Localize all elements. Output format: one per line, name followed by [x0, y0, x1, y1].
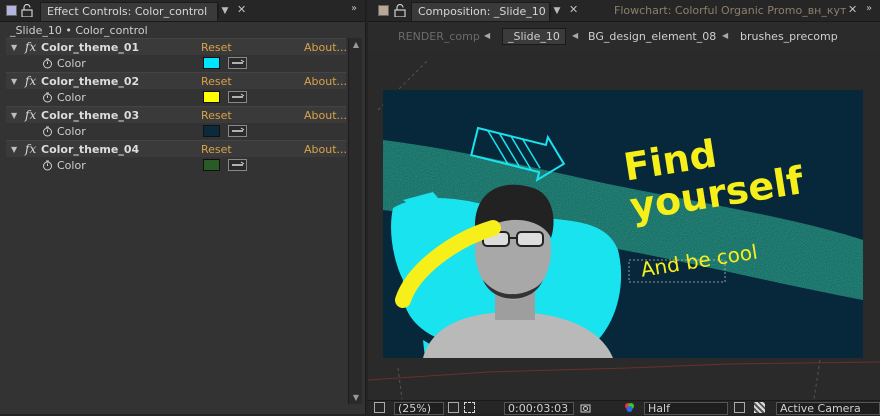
stopwatch-icon[interactable] [42, 160, 53, 171]
stopwatch-icon[interactable] [42, 126, 53, 137]
flow-tab-brushes-precomp[interactable]: brushes_precomp [740, 30, 838, 43]
flow-arrow-icon: ◀ [572, 31, 579, 40]
property-label: Color [57, 57, 86, 70]
breadcrumb: _Slide_10 • Color_control [10, 24, 148, 37]
effect-row[interactable]: ▼ fx Color_theme_03 Reset About... [6, 106, 347, 123]
flow-tab-bg-design-element[interactable]: BG_design_element_08 [588, 30, 716, 43]
composition-artboard[interactable]: Find yourself And be cool [383, 90, 863, 358]
effect-row[interactable]: ▼ fx Color_theme_04 Reset About... [6, 140, 347, 157]
eyedropper-icon[interactable] [228, 159, 247, 171]
timecode-field[interactable]: 0:00:03:03 [504, 402, 574, 415]
property-row: Color [6, 157, 346, 174]
property-row: Color [6, 123, 346, 140]
about-link[interactable]: About... [304, 109, 347, 122]
about-link[interactable]: About... [304, 41, 347, 54]
camera-dropdown[interactable]: Active Camera [776, 402, 880, 415]
panel-expand-icon[interactable]: » [351, 3, 357, 14]
resolution-dropdown[interactable]: Half [644, 402, 728, 415]
property-label: Color [57, 125, 86, 138]
flow-arrow-icon: ◀ [484, 31, 491, 40]
safe-area-icon[interactable] [374, 402, 385, 413]
tab-dropdown-icon[interactable]: ▼ [218, 4, 231, 18]
effect-name: Color_theme_02 [41, 75, 140, 88]
panel-menu-icon[interactable] [378, 5, 389, 16]
close-icon[interactable]: ✕ [848, 3, 857, 16]
fast-preview-icon[interactable] [734, 402, 745, 413]
effect-name: Color_theme_04 [41, 143, 140, 156]
composition-panel: Composition: _Slide_10 ▼ ✕ Flowchart: Co… [368, 0, 880, 415]
fx-icon[interactable]: fx [25, 40, 36, 54]
color-channel-icon[interactable] [624, 402, 635, 413]
flow-tab-slide-10[interactable]: _Slide_10 [502, 28, 566, 45]
effect-name: Color_theme_03 [41, 109, 140, 122]
transparency-grid-icon[interactable] [754, 402, 765, 413]
effect-controls-header: Effect Controls: Color_control ▼ ✕ » [0, 0, 365, 22]
effects-list: ▼ fx Color_theme_01 Reset About... Color… [6, 38, 347, 174]
panel-menu-icon[interactable] [6, 5, 17, 16]
grid-icon[interactable] [448, 402, 459, 413]
eyedropper-icon[interactable] [228, 91, 247, 103]
region-of-interest-icon[interactable] [464, 402, 475, 413]
effect-name: Color_theme_01 [41, 41, 140, 54]
scroll-up-icon[interactable]: ▲ [351, 40, 361, 49]
effect-row[interactable]: ▼ fx Color_theme_01 Reset About... [6, 38, 347, 55]
reset-link[interactable]: Reset [201, 41, 232, 54]
color-swatch[interactable] [203, 159, 220, 171]
close-icon[interactable]: ✕ [237, 3, 246, 16]
effect-controls-panel: Effect Controls: Color_control ▼ ✕ » _Sl… [0, 0, 366, 414]
reset-link[interactable]: Reset [201, 109, 232, 122]
property-label: Color [57, 91, 86, 104]
lock-icon[interactable] [394, 4, 406, 17]
panel-expand-icon[interactable]: » [866, 3, 872, 14]
tab-effect-controls[interactable]: Effect Controls: Color_control [40, 2, 218, 21]
color-swatch[interactable] [203, 57, 220, 69]
vertical-scrollbar[interactable]: ▲ ▼ [348, 38, 362, 404]
lock-icon[interactable] [21, 4, 33, 17]
color-swatch[interactable] [203, 125, 220, 137]
composition-footer: (25%) 0:00:03:03 Half Active Camera [368, 400, 880, 415]
scroll-down-icon[interactable]: ▼ [351, 393, 361, 402]
about-link[interactable]: About... [304, 75, 347, 88]
property-label: Color [57, 159, 86, 172]
fx-icon[interactable]: fx [25, 108, 36, 122]
eyedropper-icon[interactable] [228, 57, 247, 69]
about-link[interactable]: About... [304, 143, 347, 156]
tab-dropdown-icon[interactable]: ▼ [550, 4, 563, 18]
disclosure-triangle-icon[interactable]: ▼ [11, 43, 17, 52]
reset-link[interactable]: Reset [201, 143, 232, 156]
disclosure-triangle-icon[interactable]: ▼ [11, 111, 17, 120]
effect-row[interactable]: ▼ fx Color_theme_02 Reset About... [6, 72, 347, 89]
fx-icon[interactable]: fx [25, 74, 36, 88]
flow-arrow-icon: ◀ [722, 31, 729, 40]
composition-viewer[interactable]: Find yourself And be cool [368, 50, 880, 399]
fx-icon[interactable]: fx [25, 142, 36, 156]
flow-tab-render-comp[interactable]: RENDER_comp [398, 30, 480, 43]
disclosure-triangle-icon[interactable]: ▼ [11, 145, 17, 154]
snapshot-icon[interactable] [580, 402, 591, 413]
close-icon[interactable]: ✕ [569, 3, 578, 16]
disclosure-triangle-icon[interactable]: ▼ [11, 77, 17, 86]
color-swatch[interactable] [203, 91, 220, 103]
eyedropper-icon[interactable] [228, 125, 247, 137]
property-row: Color [6, 55, 346, 72]
reset-link[interactable]: Reset [201, 75, 232, 88]
composition-navigator: RENDER_comp ◀ _Slide_10 ◀ BG_design_elem… [368, 26, 880, 48]
property-row: Color [6, 89, 346, 106]
tab-composition[interactable]: Composition: _Slide_10 [411, 2, 550, 21]
zoom-dropdown[interactable]: (25%) [394, 402, 444, 415]
composition-header: Composition: _Slide_10 ▼ ✕ Flowchart: Co… [368, 0, 880, 22]
stopwatch-icon[interactable] [42, 58, 53, 69]
stopwatch-icon[interactable] [42, 92, 53, 103]
tab-flowchart[interactable]: Flowchart: Colorful Organic Promo_вн_кут… [614, 4, 846, 17]
